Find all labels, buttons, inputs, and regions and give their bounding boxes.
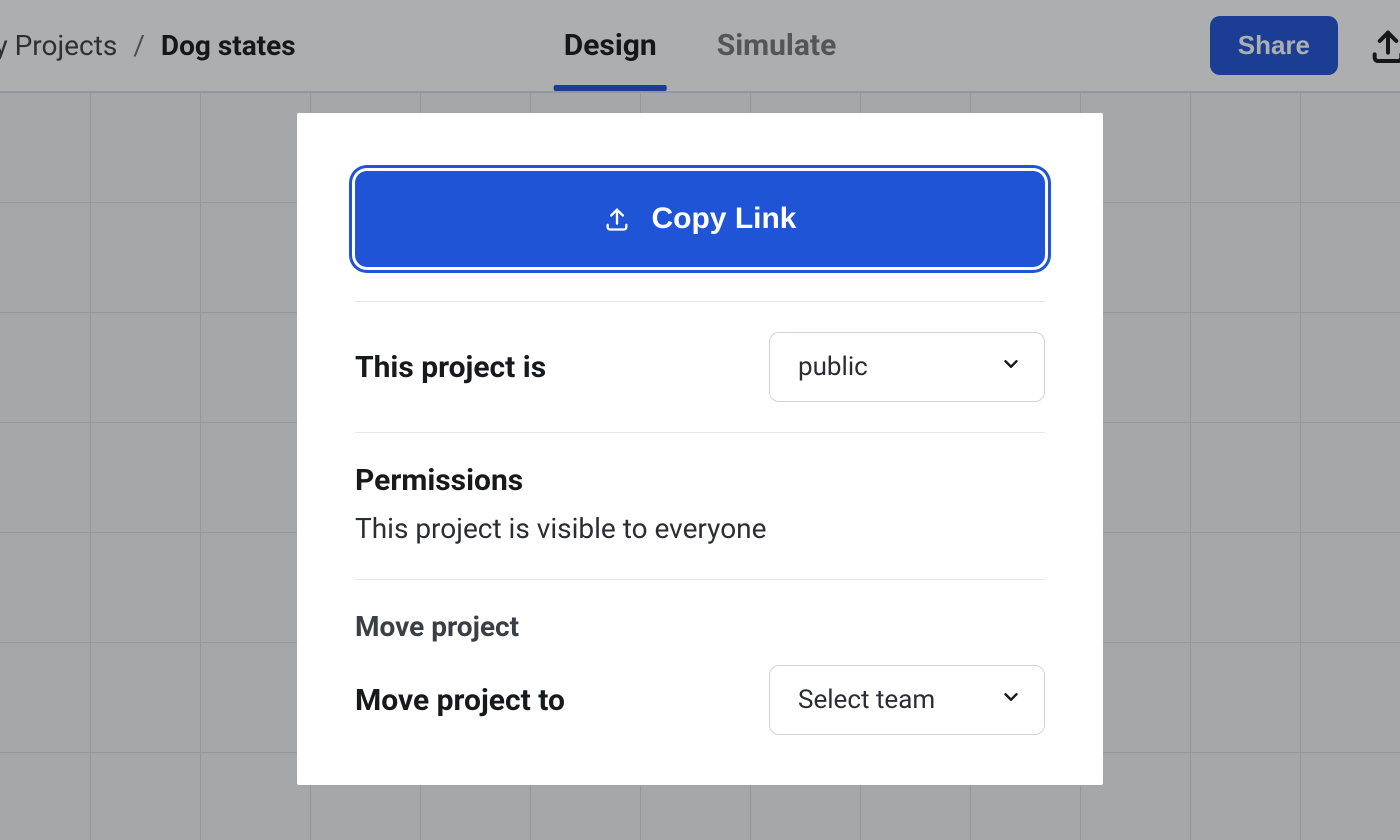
move-team-value: Select team [798, 685, 935, 715]
upload-icon [603, 205, 631, 233]
permissions-section: Permissions This project is visible to e… [355, 432, 1045, 579]
move-team-select[interactable]: Select team [769, 665, 1045, 735]
copy-link-button[interactable]: Copy Link [355, 171, 1045, 267]
move-label: Move project to [355, 683, 565, 718]
share-modal: Copy Link This project is public Permiss… [297, 113, 1103, 785]
chevron-down-icon [1000, 685, 1022, 715]
chevron-down-icon [1000, 352, 1022, 382]
move-section: Move project Move project to Select team [355, 579, 1045, 735]
visibility-select[interactable]: public [769, 332, 1045, 402]
permissions-heading: Permissions [355, 463, 1045, 498]
visibility-section: This project is public [355, 301, 1045, 432]
visibility-value: public [798, 352, 868, 382]
permissions-description: This project is visible to everyone [355, 512, 1045, 545]
copy-link-label: Copy Link [651, 202, 796, 236]
move-heading: Move project [355, 610, 1045, 643]
visibility-label: This project is [355, 350, 546, 385]
